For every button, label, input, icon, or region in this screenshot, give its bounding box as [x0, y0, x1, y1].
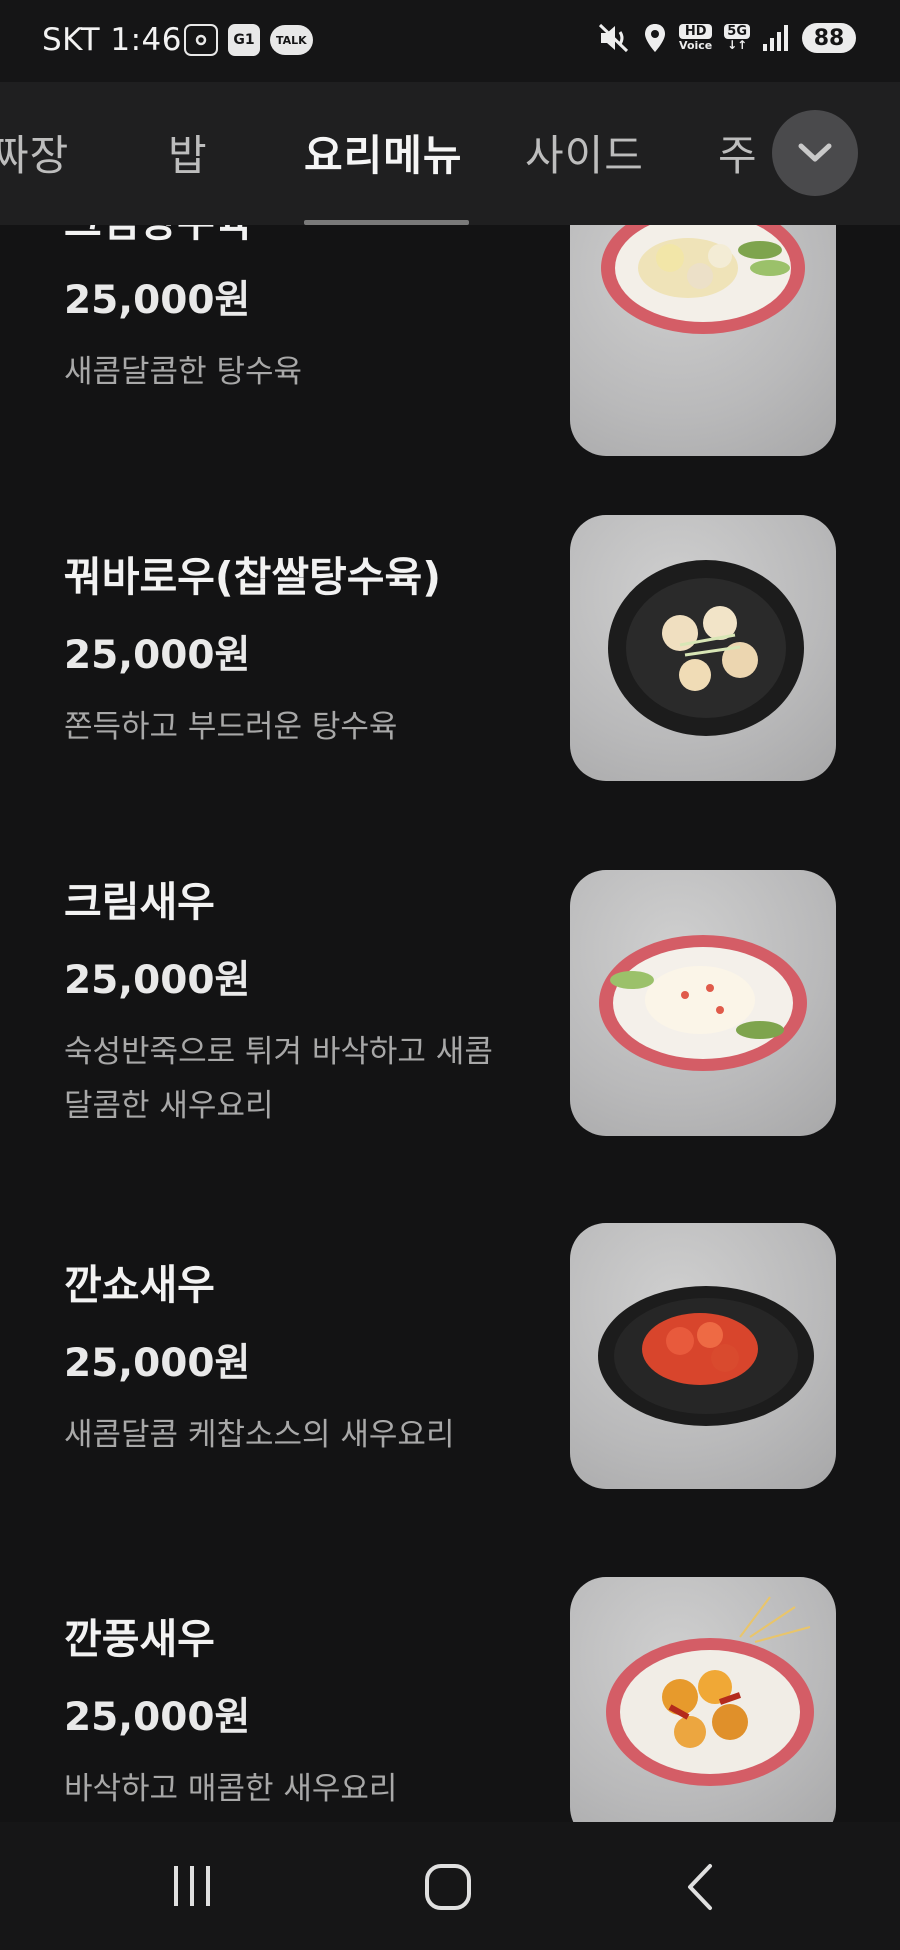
food-photo	[570, 1577, 836, 1822]
item-price: 25,000원	[64, 958, 251, 1004]
kakaotalk-icon: TALK	[270, 25, 313, 55]
item-description: 새콤달콤한 탕수육	[64, 354, 303, 391]
home-icon	[425, 1864, 471, 1910]
item-price: 25,000원	[64, 633, 251, 679]
tab-dishes[interactable]: 요리메뉴	[304, 122, 463, 183]
tab-drinks[interactable]: 주	[718, 122, 758, 183]
tab-rice[interactable]: 밥	[168, 122, 208, 183]
recents-button[interactable]	[164, 1862, 224, 1912]
list-item[interactable]: 깐풍새우 25,000원 바삭하고 매콤한 새우요리	[0, 1577, 900, 1822]
expand-tabs-button[interactable]	[772, 110, 858, 196]
recents-icon	[174, 1866, 210, 1906]
food-photo	[570, 870, 836, 1136]
hd-voice-icon: HD Voice	[679, 24, 713, 52]
list-item[interactable]: 크림탕수육 25,000원 새콤달콤한 탕수육	[0, 225, 900, 520]
category-tab-bar: 짜장 밥 요리메뉴 사이드 주	[0, 82, 900, 225]
status-bar: SKT 1:46 G1 TALK HD Voice 5G ↓↑ 88	[0, 0, 900, 82]
status-time: SKT 1:46	[42, 22, 183, 58]
signal-icon	[763, 25, 788, 51]
battery-indicator: 88	[802, 23, 856, 53]
g1-app-icon: G1	[228, 24, 260, 56]
item-description: 숙성반죽으로 튀겨 바삭하고 새콤달콤한 새우요리	[64, 1034, 493, 1125]
tab-jjajang[interactable]: 짜장	[0, 122, 69, 183]
food-photo	[570, 225, 836, 456]
item-name: 깐쇼새우	[64, 1261, 215, 1309]
item-description: 쫀득하고 부드러운 탕수육	[64, 709, 398, 746]
food-photo	[570, 515, 836, 781]
home-button[interactable]	[420, 1862, 480, 1912]
system-icons: HD Voice 5G ↓↑ 88	[597, 22, 856, 54]
item-price: 25,000원	[64, 1695, 251, 1741]
item-description: 새콤달콤 케찹소스의 새우요리	[64, 1417, 455, 1454]
mute-vibrate-icon	[599, 23, 629, 53]
item-price: 25,000원	[64, 278, 251, 324]
location-icon	[645, 24, 666, 52]
list-item[interactable]: 크림새우 25,000원 숙성반죽으로 튀겨 바삭하고 새콤달콤한 새우요리	[0, 870, 900, 1190]
list-item[interactable]: 깐쇼새우 25,000원 새콤달콤 케찹소스의 새우요리	[0, 1223, 900, 1543]
menu-list: 크림탕수육 25,000원 새콤달콤한 탕수육 꿔바로우(찹쌀탕수육) 25,0…	[0, 225, 900, 1822]
item-price: 25,000원	[64, 1341, 251, 1387]
chevron-down-icon	[798, 143, 832, 162]
item-name: 크림탕수육	[64, 225, 494, 245]
list-item[interactable]: 꿔바로우(찹쌀탕수육) 25,000원 쫀득하고 부드러운 탕수육	[0, 515, 900, 835]
item-description: 바삭하고 매콤한 새우요리	[64, 1771, 398, 1808]
screenshot-icon	[184, 24, 218, 56]
item-name: 크림새우	[64, 878, 215, 926]
back-icon	[688, 1864, 712, 1910]
item-name: 깐풍새우	[64, 1615, 215, 1663]
food-photo	[570, 1223, 836, 1489]
5g-icon: 5G ↓↑	[724, 24, 750, 52]
back-button[interactable]	[676, 1862, 736, 1912]
system-navigation-bar	[0, 1822, 900, 1950]
tab-side[interactable]: 사이드	[525, 122, 644, 183]
notification-icons: G1 TALK	[184, 24, 313, 56]
item-name: 꿔바로우(찹쌀탕수육)	[64, 553, 441, 601]
